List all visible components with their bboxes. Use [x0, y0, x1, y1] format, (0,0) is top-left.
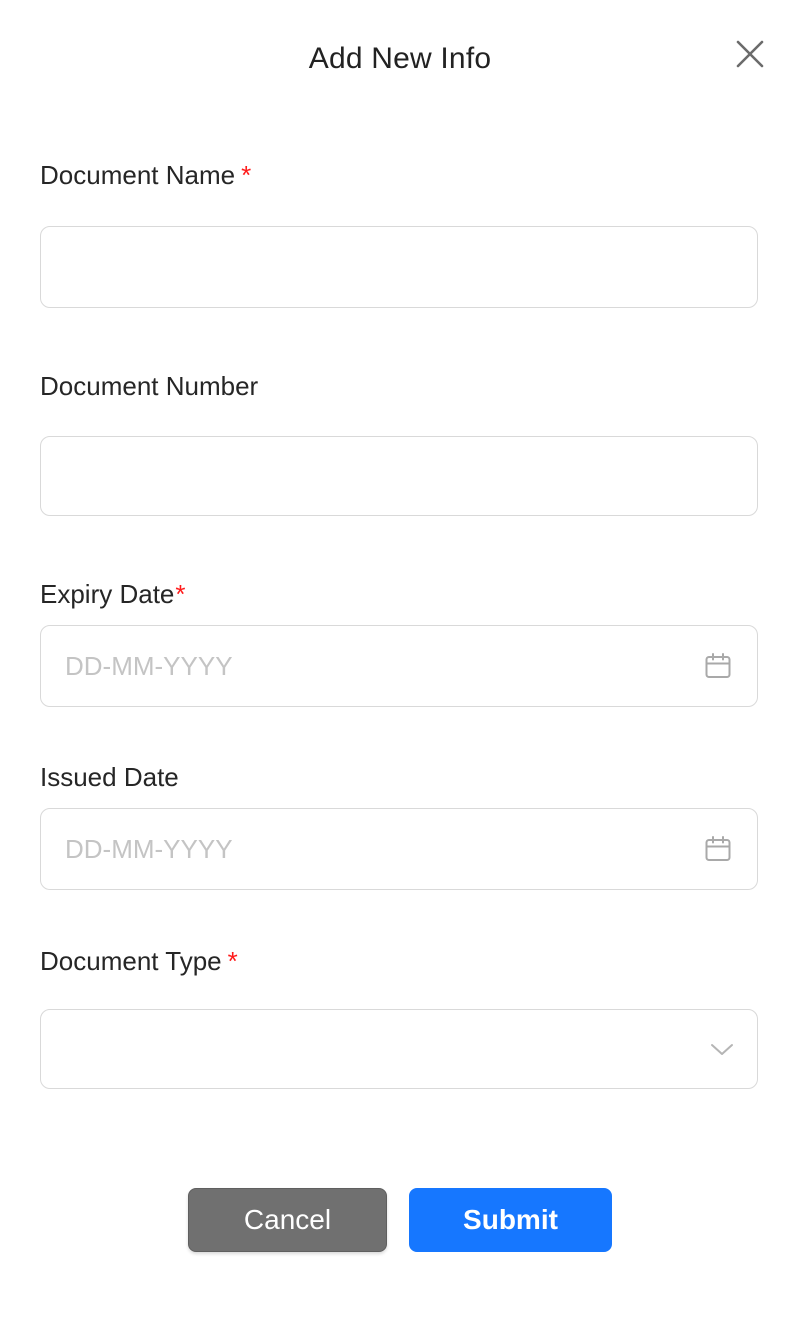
document-type-label-text: Document Type: [40, 946, 222, 976]
close-button[interactable]: [732, 36, 768, 72]
document-number-label: Document Number: [40, 371, 258, 402]
close-icon: [736, 40, 764, 68]
expiry-date-label-text: Expiry Date: [40, 579, 175, 609]
document-type-select[interactable]: [40, 1009, 758, 1089]
calendar-icon[interactable]: [703, 651, 733, 681]
required-marker: *: [241, 160, 252, 190]
issued-date-picker[interactable]: [40, 808, 758, 890]
issued-date-label-text: Issued Date: [40, 762, 179, 792]
submit-button[interactable]: Submit: [409, 1188, 612, 1252]
required-marker: *: [227, 946, 238, 976]
document-name-label-text: Document Name: [40, 160, 236, 190]
calendar-icon[interactable]: [703, 834, 733, 864]
chevron-down-icon[interactable]: [707, 1034, 737, 1064]
expiry-date-picker[interactable]: [40, 625, 758, 707]
required-marker: *: [175, 579, 186, 609]
document-number-field[interactable]: [40, 436, 758, 516]
document-number-label-text: Document Number: [40, 371, 259, 401]
document-name-label: Document Name *: [40, 160, 251, 191]
add-new-info-dialog: Add New Info Document Name * Document Num…: [0, 0, 800, 1326]
document-name-input[interactable]: [41, 227, 757, 307]
issued-date-input[interactable]: [41, 809, 757, 889]
dialog-title: Add New Info: [308, 42, 492, 75]
expiry-date-label: Expiry Date*: [40, 579, 186, 610]
cancel-button[interactable]: Cancel: [188, 1188, 387, 1252]
expiry-date-input[interactable]: [41, 626, 757, 706]
document-type-label: Document Type *: [40, 946, 238, 977]
issued-date-label: Issued Date: [40, 762, 179, 793]
document-number-input[interactable]: [41, 437, 757, 515]
document-name-field[interactable]: [40, 226, 758, 308]
